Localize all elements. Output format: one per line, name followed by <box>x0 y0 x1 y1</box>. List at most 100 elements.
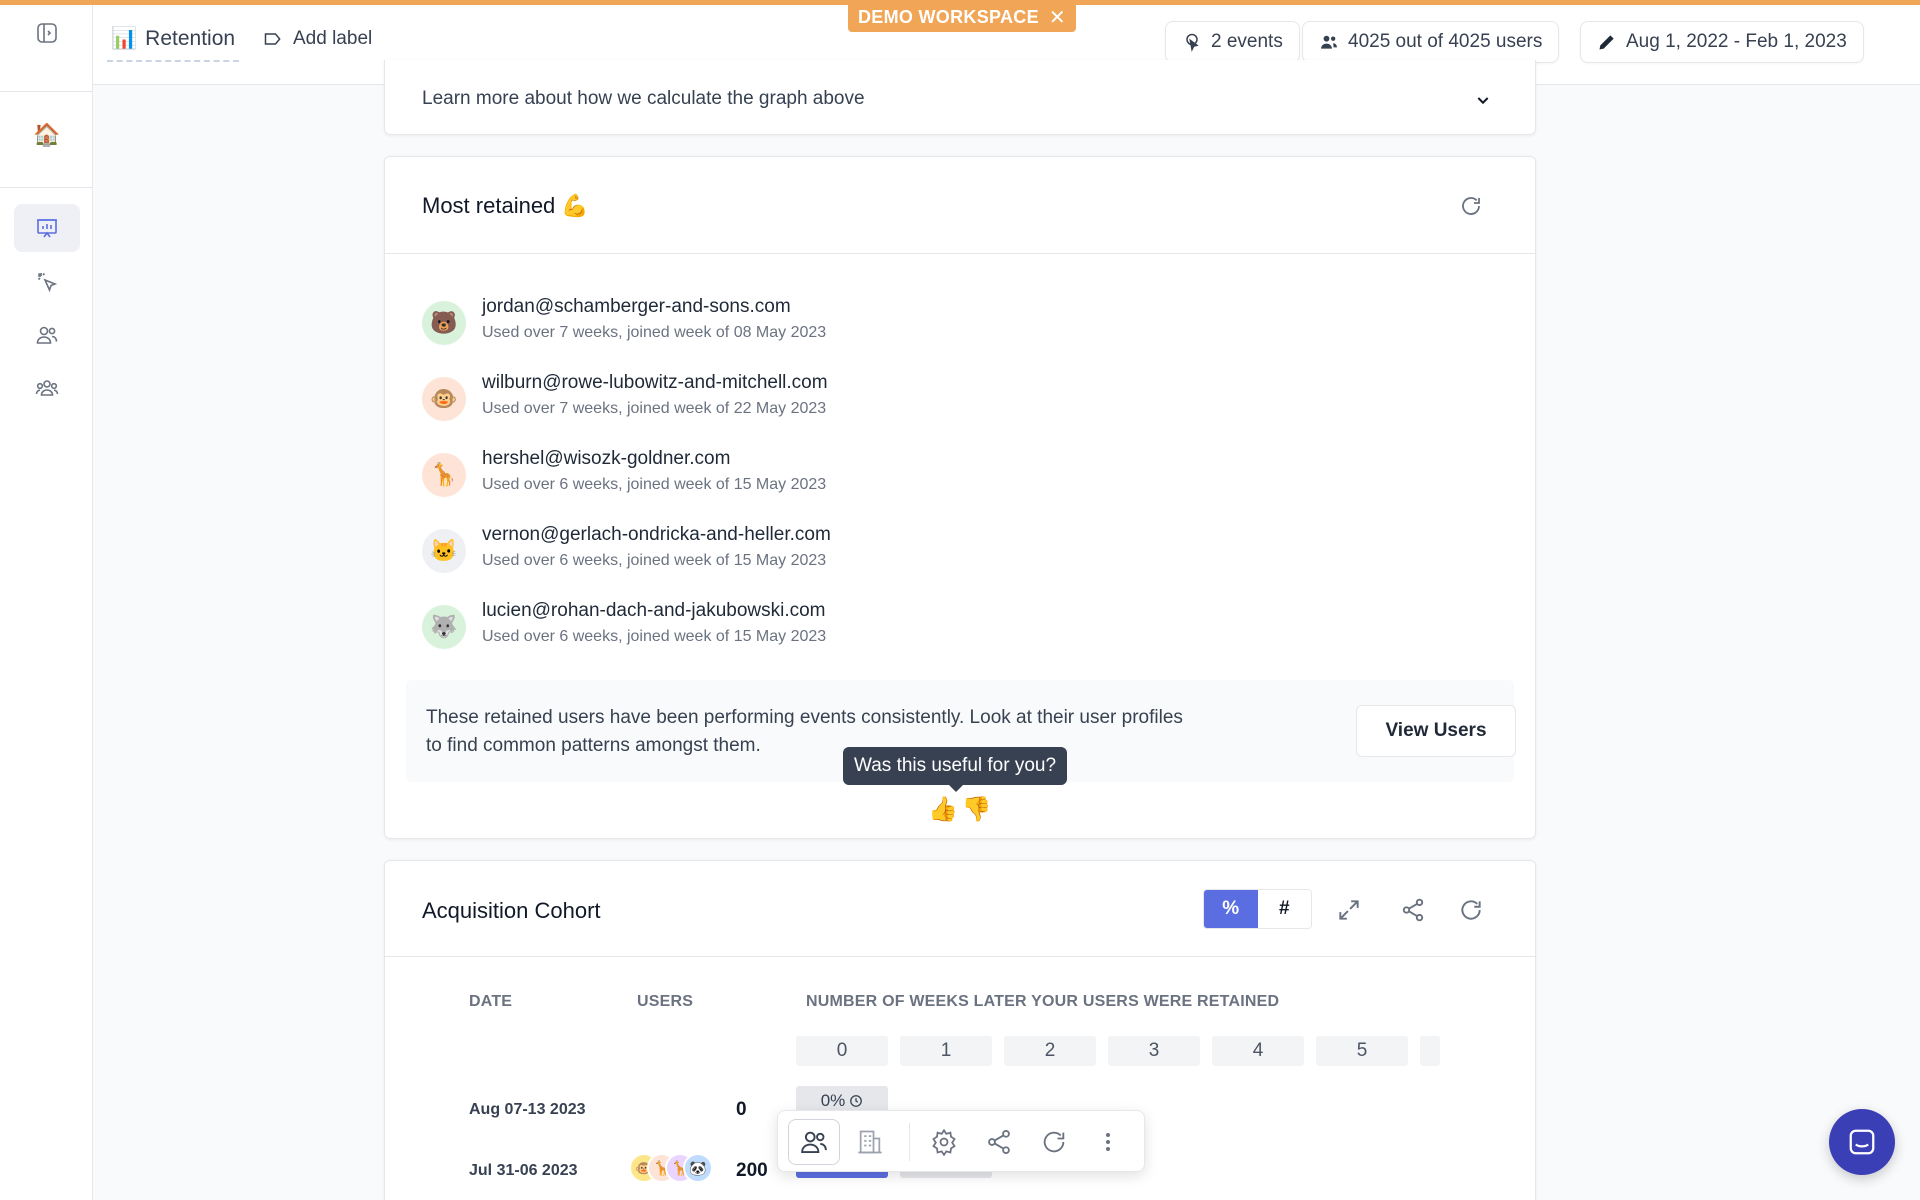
count-toggle-button[interactable]: # <box>1257 890 1311 928</box>
user-email[interactable]: vernon@gerlach-ondricka-and-heller.com <box>482 524 831 546</box>
week-header-cell: 2 <box>1004 1036 1096 1066</box>
cohort-row-users: 0 <box>736 1099 747 1120</box>
user-email[interactable]: hershel@wisozk-goldner.com <box>482 448 730 470</box>
date-range-button[interactable]: Aug 1, 2022 - Feb 1, 2023 <box>1580 21 1864 63</box>
demo-workspace-badge[interactable]: DEMO WORKSPACE ✕ <box>848 2 1076 32</box>
column-header-users: USERS <box>637 993 694 1010</box>
user-meta: Used over 7 weeks, joined week of 22 May… <box>482 400 827 417</box>
most-retained-title: Most retained 💪 <box>422 193 589 218</box>
week-header-cell: 4 <box>1212 1036 1304 1066</box>
avatar: 🐼 <box>683 1153 713 1183</box>
retained-user-row[interactable]: 🐻 jordan@schamberger-and-sons.com Used o… <box>422 294 1322 354</box>
sidebar-item-users[interactable] <box>14 311 80 359</box>
cohort-row-avatars: 🐵 🦒 🦒 🐼 <box>629 1153 713 1183</box>
column-header-weeks: NUMBER OF WEEKS LATER YOUR USERS WERE RE… <box>806 993 1280 1010</box>
sidebar-item-events[interactable] <box>14 258 80 306</box>
pencil-icon <box>1599 35 1614 50</box>
retained-user-row[interactable]: 🦒 hershel@wisozk-goldner.com Used over 6… <box>422 446 1322 506</box>
thumbs-up-icon[interactable]: 👍 <box>928 795 958 824</box>
users-filter-label: 4025 out of 4025 users <box>1348 31 1543 52</box>
user-email[interactable]: jordan@schamberger-and-sons.com <box>482 296 791 318</box>
retained-user-row[interactable]: 🐵 wilburn@rowe-lubowitz-and-mitchell.com… <box>422 370 1322 430</box>
home-icon[interactable]: 🏠 <box>14 111 80 159</box>
users-icon <box>801 1131 827 1153</box>
avatar: 🐺 <box>422 605 466 649</box>
chevron-down-icon[interactable] <box>1475 92 1491 108</box>
user-email[interactable]: wilburn@rowe-lubowitz-and-mitchell.com <box>482 372 828 394</box>
avatar: 🐻 <box>422 301 466 345</box>
cursor-click-icon <box>1186 33 1199 52</box>
cohort-cell-value: 0% <box>820 1091 846 1110</box>
view-users-button[interactable]: View Users <box>1356 705 1516 757</box>
building-icon <box>858 1130 882 1154</box>
percent-count-toggle: % # <box>1203 889 1312 929</box>
cohort-row-date: Jul 31-06 2023 <box>469 1162 578 1179</box>
floating-toolbar <box>777 1110 1145 1172</box>
demo-workspace-label: DEMO WORKSPACE <box>858 6 1039 27</box>
feedback-buttons: 👍 👎 <box>928 795 992 824</box>
user-meta: Used over 7 weeks, joined week of 08 May… <box>482 324 827 341</box>
learn-more-panel[interactable]: Learn more about how we calculate the gr… <box>384 60 1536 135</box>
percent-toggle-button[interactable]: % <box>1204 890 1258 928</box>
date-range-label: Aug 1, 2022 - Feb 1, 2023 <box>1626 31 1847 52</box>
week-header-cell: 0 <box>796 1036 888 1066</box>
tag-icon <box>264 33 281 45</box>
chat-icon <box>1849 1129 1875 1155</box>
cohort-row-date: Aug 07-13 2023 <box>469 1101 586 1118</box>
companies-view-button[interactable] <box>844 1119 896 1165</box>
report-chart-icon <box>37 219 57 238</box>
learn-more-text: Learn more about how we calculate the gr… <box>422 88 865 109</box>
share-button[interactable] <box>973 1119 1025 1165</box>
acquisition-cohort-title: Acquisition Cohort <box>422 898 601 923</box>
week-header-cell: 1 <box>900 1036 992 1066</box>
group-icon <box>35 380 59 396</box>
events-filter-button[interactable]: 2 events <box>1165 21 1300 63</box>
week-header-cell: 3 <box>1108 1036 1200 1066</box>
users-view-button[interactable] <box>788 1119 840 1165</box>
share-icon <box>988 1129 1010 1155</box>
gear-icon <box>932 1128 956 1156</box>
retained-user-row[interactable]: 🐱 vernon@gerlach-ondricka-and-heller.com… <box>422 522 1322 582</box>
week-header-cell: 5 <box>1316 1036 1408 1066</box>
add-label-text: Add label <box>293 28 373 49</box>
add-label-button[interactable]: Add label <box>263 28 372 50</box>
events-filter-label: 2 events <box>1211 31 1283 52</box>
bar-chart-icon: 📊 <box>111 27 138 50</box>
report-title-text: Retention <box>145 27 236 50</box>
clock-icon <box>850 1095 863 1107</box>
cursor-click-icon <box>37 272 58 293</box>
user-meta: Used over 6 weeks, joined week of 15 May… <box>482 552 827 569</box>
settings-button[interactable] <box>918 1119 970 1165</box>
expand-icon[interactable] <box>1336 897 1362 923</box>
close-icon[interactable]: ✕ <box>1049 5 1066 30</box>
avatar: 🐵 <box>422 377 466 421</box>
avatar: 🐱 <box>422 529 466 573</box>
share-icon[interactable] <box>1400 897 1426 923</box>
refresh-icon[interactable] <box>1458 897 1484 923</box>
user-meta: Used over 6 weeks, joined week of 15 May… <box>482 476 827 493</box>
cohort-row-users: 200 <box>736 1160 768 1181</box>
sidebar-toggle-icon[interactable] <box>14 9 80 57</box>
user-meta: Used over 6 weeks, joined week of 15 May… <box>482 628 827 645</box>
sidebar-item-groups[interactable] <box>14 364 80 412</box>
avatar: 🦒 <box>422 453 466 497</box>
report-title[interactable]: 📊 Retention <box>107 24 240 62</box>
most-retained-card: Most retained 💪 🐻 jordan@schamberger-and… <box>384 156 1536 839</box>
users-icon <box>1321 35 1337 49</box>
more-options-button[interactable] <box>1082 1119 1134 1165</box>
insight-text: These retained users have been performin… <box>426 707 1183 756</box>
week-header-cell <box>1420 1036 1440 1066</box>
feedback-tooltip: Was this useful for you? <box>843 747 1068 792</box>
sidebar: 🏠 <box>0 0 93 1200</box>
users-filter-button[interactable]: 4025 out of 4025 users <box>1302 21 1560 63</box>
sidebar-item-reports[interactable] <box>14 204 80 252</box>
refresh-button[interactable] <box>1028 1119 1080 1165</box>
retained-user-row[interactable]: 🐺 lucien@rohan-dach-and-jakubowski.com U… <box>422 598 1322 658</box>
chat-support-button[interactable] <box>1829 1109 1895 1175</box>
refresh-icon[interactable] <box>1459 194 1483 218</box>
more-vertical-icon <box>1106 1133 1110 1151</box>
users-icon <box>36 326 58 344</box>
thumbs-down-icon[interactable]: 👎 <box>962 795 992 824</box>
refresh-icon <box>1043 1131 1065 1153</box>
user-email[interactable]: lucien@rohan-dach-and-jakubowski.com <box>482 600 826 622</box>
